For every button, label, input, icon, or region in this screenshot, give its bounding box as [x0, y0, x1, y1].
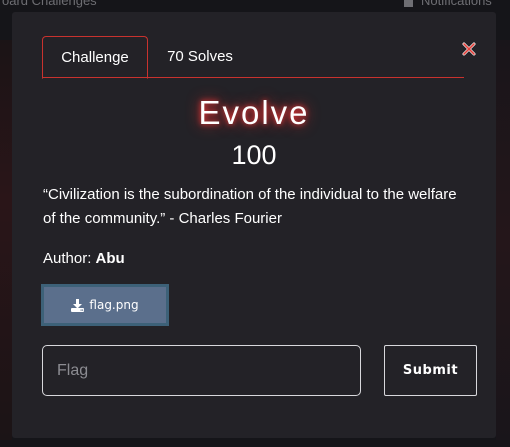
modal-tabs: Challenge 70 Solves: [42, 36, 464, 79]
background-nav-right: Notifications: [404, 0, 492, 8]
download-file-button[interactable]: flag.png: [41, 284, 169, 326]
file-name: flag.png: [89, 298, 139, 312]
close-button[interactable]: [460, 40, 478, 58]
background-nav-left: oard Challenges: [2, 0, 97, 8]
background-left-edge: [0, 40, 12, 440]
author-label: Author:: [43, 250, 96, 267]
challenge-title: Evolve: [198, 94, 310, 131]
background-notifications-label: Notifications: [421, 0, 492, 8]
download-icon: [71, 298, 85, 312]
tab-solves[interactable]: 70 Solves: [150, 36, 250, 78]
flag-input[interactable]: [42, 345, 361, 396]
challenge-modal: Challenge 70 Solves Evolve 100 “Civiliza…: [12, 12, 496, 438]
challenge-points: 100: [231, 140, 277, 170]
tab-challenge[interactable]: Challenge: [42, 36, 148, 79]
challenge-description: “Civilization is the subordination of th…: [43, 186, 457, 227]
submit-button[interactable]: Submit: [384, 345, 477, 396]
close-icon: [462, 42, 476, 56]
notification-icon: [404, 0, 413, 7]
author-name: Abu: [95, 250, 125, 267]
background-right-edge: [496, 40, 510, 440]
background-navbar: oard Challenges Notifications: [0, 0, 510, 12]
challenge-author: Author: Abu: [43, 250, 125, 267]
